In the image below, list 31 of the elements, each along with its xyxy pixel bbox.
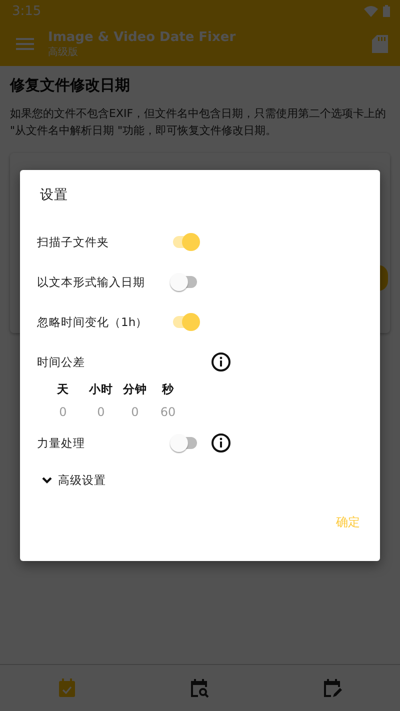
dialog-title: 设置 xyxy=(40,186,69,204)
setting-label: 忽略时间变化（1h） xyxy=(37,314,149,330)
confirm-button[interactable]: 确定 xyxy=(336,510,360,535)
setting-label: 扫描子文件夹 xyxy=(37,234,110,250)
app-subtitle: 高级版 xyxy=(48,46,79,58)
calendar-search-icon xyxy=(190,678,210,698)
number-field[interactable]: 0 xyxy=(83,401,119,423)
app-title: Image & Video Date Fixer xyxy=(48,30,237,44)
unit-label: 天 xyxy=(56,382,70,397)
unit-label: 小时 xyxy=(88,382,114,397)
unit-label: 秒 xyxy=(160,382,175,397)
chevron-icon xyxy=(42,477,52,484)
calendar-edit-icon xyxy=(323,678,344,698)
number-field[interactable]: 60 xyxy=(151,401,185,423)
setting-label: 以文本形式输入日期 xyxy=(37,274,146,290)
info-icon[interactable] xyxy=(211,352,231,372)
sd-card-icon[interactable] xyxy=(372,35,388,53)
setting-label: 力量处理 xyxy=(37,436,86,450)
number-field[interactable]: 0 xyxy=(119,401,151,423)
setting-label: 时间公差 xyxy=(37,354,86,370)
page-description: 如果您的文件不包含EXIF，但文件名中包含日期，只需使用第二个选项卡上的 "从文件名中解析日期 "功能，即可恢复文件修改日期。 xyxy=(10,106,388,139)
wifi-icon xyxy=(364,6,378,16)
battery-icon xyxy=(383,5,390,17)
info-icon[interactable] xyxy=(211,433,231,453)
calendar-check-icon xyxy=(58,678,76,698)
unit-label: 分钟 xyxy=(122,382,148,397)
menu-icon[interactable] xyxy=(16,38,34,50)
number-field[interactable]: 0 xyxy=(43,401,83,423)
advanced-settings-toggle[interactable]: 高级设置 xyxy=(42,473,106,488)
page-heading: 修复文件修改日期 xyxy=(10,76,131,95)
status-time: 3:15 xyxy=(12,4,42,18)
